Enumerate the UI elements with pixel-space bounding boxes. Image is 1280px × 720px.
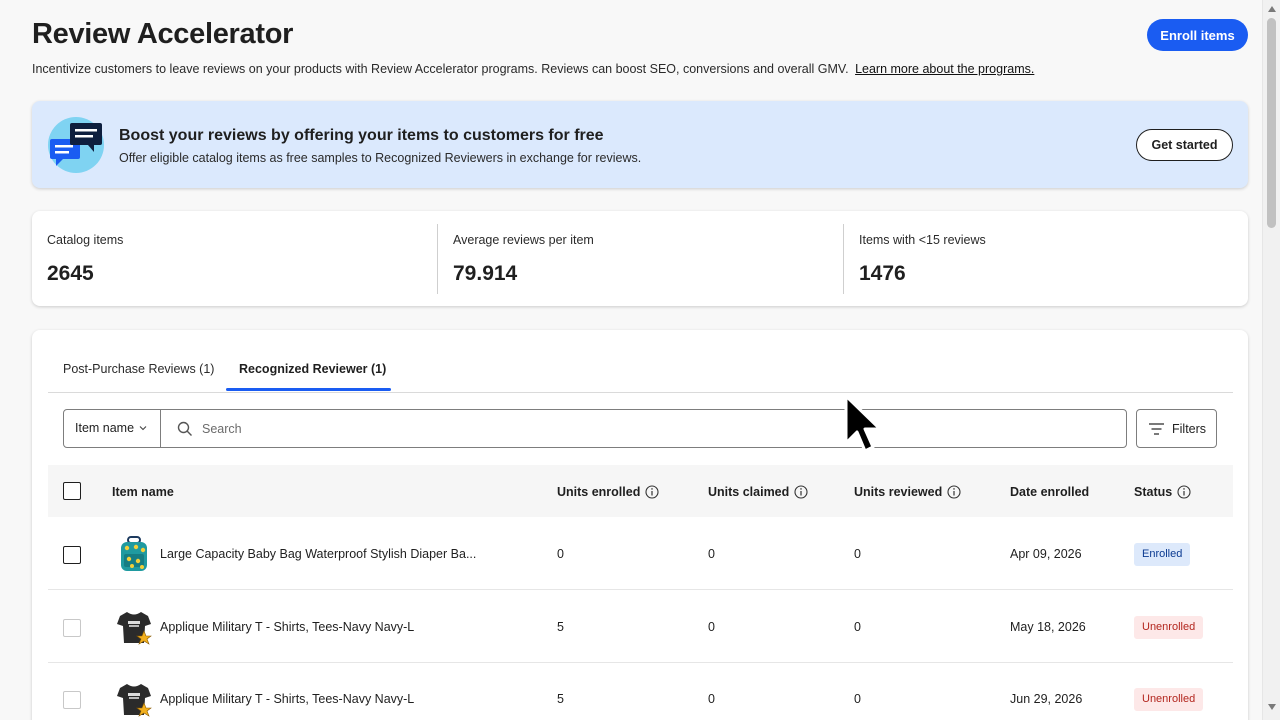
page-subtitle: Incentivize customers to leave reviews o…	[32, 62, 1034, 76]
row-checkbox[interactable]	[63, 691, 81, 709]
status-badge: Unenrolled	[1134, 616, 1204, 639]
column-units-reviewed-label: Units reviewed	[854, 485, 943, 499]
info-icon[interactable]	[794, 485, 808, 499]
tshirt-thumbnail	[117, 684, 152, 717]
units-reviewed: 0	[854, 620, 861, 634]
stat-value: 2645	[47, 262, 94, 285]
date-enrolled: May 18, 2026	[1010, 620, 1086, 634]
review-accelerator-page: Review Accelerator Incentivize customers…	[0, 0, 1280, 720]
item-name[interactable]: Large Capacity Baby Bag Waterproof Styli…	[160, 547, 476, 561]
chat-bubbles-icon	[48, 117, 104, 173]
mouse-cursor-icon	[844, 394, 882, 453]
units-enrolled: 5	[557, 692, 564, 706]
stat-catalog-items: Catalog items 2645	[32, 211, 437, 306]
search-input[interactable]	[202, 414, 1102, 443]
programs-card: Post-Purchase Reviews (1) Recognized Rev…	[32, 330, 1248, 720]
tab-post-purchase-reviews[interactable]: Post-Purchase Reviews (1)	[63, 362, 214, 376]
stat-label: Items with <15 reviews	[859, 233, 986, 247]
page-scrollbar[interactable]	[1262, 0, 1280, 720]
filter-icon	[1149, 423, 1164, 435]
column-item-name: Item name	[112, 485, 174, 499]
table-header: Item name Units enrolled Units claimed U…	[48, 465, 1233, 517]
active-tab-indicator	[226, 388, 391, 391]
units-reviewed: 0	[854, 547, 861, 561]
column-units-enrolled: Units enrolled	[557, 485, 659, 499]
filters-label: Filters	[1172, 422, 1207, 436]
date-enrolled: Jun 29, 2026	[1010, 692, 1083, 706]
table-row[interactable]: Applique Military T - Shirts, Tees-Navy …	[48, 591, 1233, 663]
date-enrolled: Apr 09, 2026	[1010, 547, 1082, 561]
stat-value: 79.914	[453, 262, 518, 285]
column-status: Status	[1134, 485, 1191, 499]
program-tabs: Post-Purchase Reviews (1) Recognized Rev…	[48, 330, 1233, 393]
units-enrolled: 0	[557, 547, 564, 561]
get-started-button[interactable]: Get started	[1136, 129, 1233, 161]
info-icon[interactable]	[947, 485, 961, 499]
promo-banner: Boost your reviews by offering your item…	[32, 101, 1248, 188]
info-icon[interactable]	[645, 485, 659, 499]
row-checkbox[interactable]	[63, 546, 81, 564]
stat-average-reviews: Average reviews per item 79.914	[438, 211, 843, 306]
stat-items-few-reviews: Items with <15 reviews 1476	[844, 211, 1248, 306]
diaper-bag-thumbnail	[121, 536, 147, 571]
column-units-claimed: Units claimed	[708, 485, 808, 499]
subtitle-text: Incentivize customers to leave reviews o…	[32, 62, 849, 76]
banner-title: Boost your reviews by offering your item…	[119, 127, 604, 144]
column-status-label: Status	[1134, 485, 1173, 499]
banner-text: Offer eligible catalog items as free sam…	[119, 151, 642, 165]
scroll-up-arrow-icon[interactable]	[1268, 6, 1276, 12]
tshirt-thumbnail	[117, 612, 152, 645]
status-badge: Enrolled	[1134, 543, 1191, 566]
units-claimed: 0	[708, 547, 715, 561]
column-units-reviewed: Units reviewed	[854, 485, 961, 499]
stat-value: 1476	[859, 262, 906, 285]
table-row[interactable]: Applique Military T - Shirts, Tees-Navy …	[48, 663, 1233, 720]
row-checkbox[interactable]	[63, 619, 81, 637]
tab-recognized-reviewer[interactable]: Recognized Reviewer (1)	[239, 362, 386, 376]
column-date-enrolled: Date enrolled	[1010, 485, 1090, 499]
select-all-checkbox[interactable]	[63, 482, 81, 500]
stats-card: Catalog items 2645 Average reviews per i…	[32, 211, 1248, 306]
search-field-select[interactable]: Item name	[64, 410, 161, 447]
chevron-down-icon	[139, 426, 147, 431]
search-bar: Item name	[63, 409, 1127, 448]
page-title: Review Accelerator	[32, 18, 294, 50]
table-row[interactable]: Large Capacity Baby Bag Waterproof Styli…	[48, 518, 1233, 590]
search-icon	[177, 421, 192, 436]
search-field-select-value: Item name	[75, 421, 135, 435]
units-claimed: 0	[708, 692, 715, 706]
enroll-items-button[interactable]: Enroll items	[1147, 19, 1248, 51]
column-units-claimed-label: Units claimed	[708, 485, 790, 499]
scroll-thumb[interactable]	[1267, 18, 1276, 228]
filters-button[interactable]: Filters	[1136, 409, 1217, 448]
units-enrolled: 5	[557, 620, 564, 634]
learn-more-link[interactable]: Learn more about the programs.	[855, 62, 1034, 76]
units-reviewed: 0	[854, 692, 861, 706]
status-badge: Unenrolled	[1134, 688, 1204, 711]
stat-label: Average reviews per item	[453, 233, 594, 247]
scroll-down-arrow-icon[interactable]	[1268, 704, 1276, 710]
stat-label: Catalog items	[47, 233, 124, 247]
item-name[interactable]: Applique Military T - Shirts, Tees-Navy …	[160, 692, 414, 706]
info-icon[interactable]	[1177, 485, 1191, 499]
column-units-enrolled-label: Units enrolled	[557, 485, 641, 499]
units-claimed: 0	[708, 620, 715, 634]
item-name[interactable]: Applique Military T - Shirts, Tees-Navy …	[160, 620, 414, 634]
